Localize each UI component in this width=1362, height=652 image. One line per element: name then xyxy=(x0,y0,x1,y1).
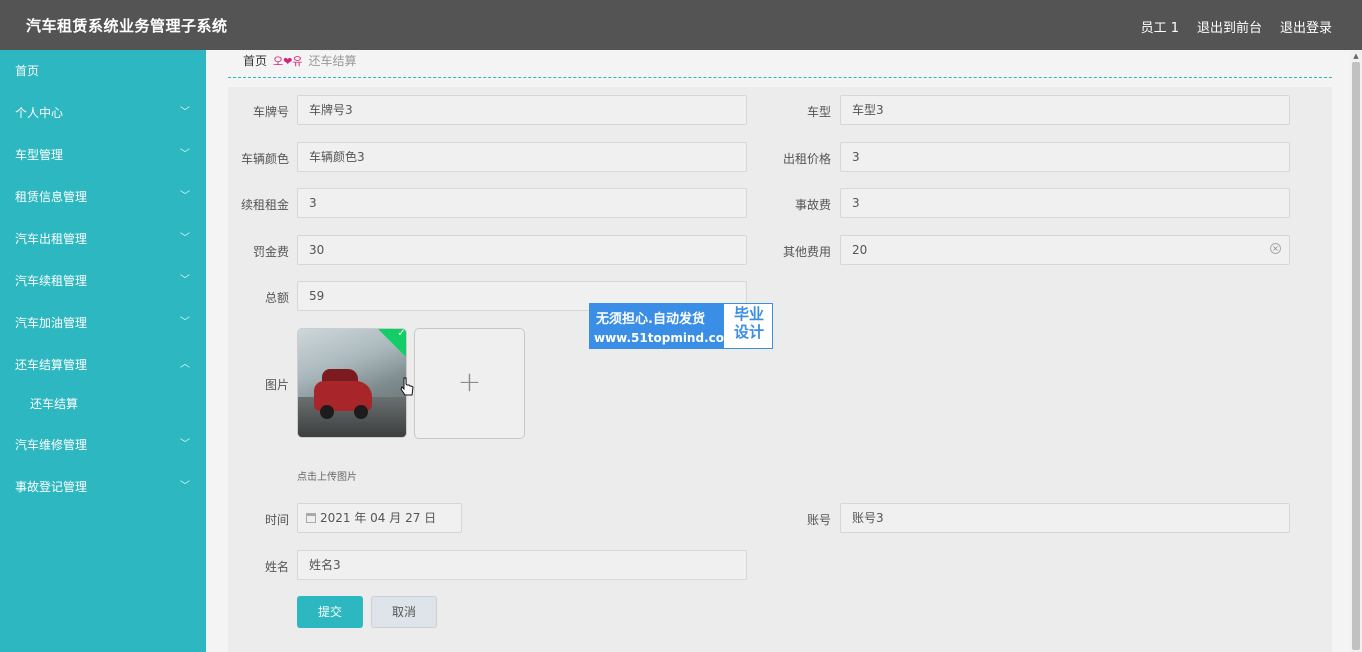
upload-add-button[interactable]: + xyxy=(414,328,525,439)
chevron-down-icon: ﹀ xyxy=(180,317,190,328)
sidebar-item-car-model[interactable]: 车型管理 ﹀ xyxy=(0,134,206,176)
app-title: 汽车租赁系统业务管理子系统 xyxy=(26,17,228,35)
scrollbar-thumb[interactable] xyxy=(1352,62,1360,650)
sidebar-item-rental-info[interactable]: 租赁信息管理 ﹀ xyxy=(0,176,206,218)
sidebar-item-car-refuel[interactable]: 汽车加油管理 ﹀ xyxy=(0,302,206,344)
image-label: 图片 xyxy=(264,378,289,392)
other-fee-value: 20 xyxy=(852,243,868,257)
renew-fee-input[interactable]: 3 xyxy=(297,188,747,218)
breadcrumb-separator: 오❤유 xyxy=(273,54,303,68)
accident-fee-label: 事故费 xyxy=(794,198,831,212)
image-wheel xyxy=(320,405,334,419)
watermark-right: 毕业设计 xyxy=(733,305,764,341)
sidebar-item-label: 汽车加油管理 xyxy=(15,316,88,330)
fine-label: 罚金费 xyxy=(252,245,289,259)
name-input[interactable]: 姓名3 xyxy=(297,550,747,580)
breadcrumb-home[interactable]: 首页 xyxy=(243,52,267,69)
sidebar-item-label: 租赁信息管理 xyxy=(15,190,88,204)
sidebar-item-label: 首页 xyxy=(15,64,40,78)
sidebar-item-label: 个人中心 xyxy=(15,106,64,120)
sidebar-item-home[interactable]: 首页 xyxy=(0,50,206,92)
name-label: 姓名 xyxy=(264,560,289,574)
sidebar-item-label: 汽车出租管理 xyxy=(15,232,88,246)
sidebar-item-accident-register[interactable]: 事故登记管理 ﹀ xyxy=(0,466,206,508)
chevron-down-icon: ﹀ xyxy=(180,439,190,450)
current-user[interactable]: 员工 1 xyxy=(1141,17,1179,36)
sidebar-subitem-return-settlement[interactable]: 还车结算 xyxy=(0,386,206,424)
image-wheel xyxy=(354,405,368,419)
chevron-down-icon: ﹀ xyxy=(180,233,190,244)
color-label: 车辆颜色 xyxy=(240,152,289,166)
model-label: 车型 xyxy=(806,105,831,119)
sidebar-item-label: 汽车续租管理 xyxy=(15,274,88,288)
check-icon: ✓ xyxy=(397,328,406,339)
sidebar-item-label: 车型管理 xyxy=(15,148,64,162)
sidebar-menu: 首页 个人中心 ﹀ 车型管理 ﹀ 租赁信息管理 ﹀ 汽车出租管理 ﹀ 汽车续租管理 ﹀ 汽… xyxy=(0,50,206,652)
other-fee-label: 其他费用 xyxy=(782,245,831,259)
top-header: 汽车租赁系统业务管理子系统 员工 1 退出到前台 退出登录 xyxy=(0,0,1362,50)
chevron-down-icon: ﹀ xyxy=(180,275,190,286)
other-fee-input[interactable]: 20 × xyxy=(840,235,1290,265)
watermark-banner: 无须担心.自动发货 www.51topmind.com 毕业设计 xyxy=(589,303,773,349)
upload-success-badge: ✓ xyxy=(378,328,406,358)
exit-to-front-link[interactable]: 退出到前台 xyxy=(1197,17,1262,36)
plate-label: 车牌号 xyxy=(252,105,289,119)
price-input[interactable]: 3 xyxy=(840,142,1290,172)
submit-button[interactable]: 提交 xyxy=(297,596,363,628)
date-value: 2021 年 04 月 27 日 xyxy=(320,511,437,525)
uploaded-car-image[interactable]: ✓ xyxy=(297,328,407,438)
header-actions: 员工 1 退出到前台 退出登录 xyxy=(1141,17,1332,36)
watermark-line2: www.51topmind.com xyxy=(594,331,737,345)
cancel-button[interactable]: 取消 xyxy=(371,596,437,628)
settlement-form: 车牌号 车牌号3 车型 车型3 车辆颜色 车辆颜色3 出租价格 3 续租租金 3… xyxy=(228,87,1332,652)
sidebar-item-car-renewal[interactable]: 汽车续租管理 ﹀ xyxy=(0,260,206,302)
total-label: 总额 xyxy=(264,291,289,305)
scroll-up-icon[interactable]: ▲ xyxy=(1350,50,1362,62)
chevron-down-icon: ﹀ xyxy=(180,481,190,492)
date-picker[interactable]: 2021 年 04 月 27 日 xyxy=(297,503,462,533)
watermark-line1: 无须担心.自动发货 xyxy=(596,312,705,327)
logout-link[interactable]: 退出登录 xyxy=(1280,17,1332,36)
sidebar-item-car-repair[interactable]: 汽车维修管理 ﹀ xyxy=(0,424,206,466)
fine-input[interactable]: 30 xyxy=(297,235,747,265)
breadcrumb: 首页 오❤유 还车结算 xyxy=(243,52,357,69)
price-label: 出租价格 xyxy=(782,152,831,166)
upload-tip: 点击上传图片 xyxy=(297,472,357,483)
sidebar-item-label: 汽车维修管理 xyxy=(15,438,88,452)
account-input[interactable]: 账号3 xyxy=(840,503,1290,533)
color-input[interactable]: 车辆颜色3 xyxy=(297,142,747,172)
model-input[interactable]: 车型3 xyxy=(840,95,1290,125)
sidebar-item-personal-center[interactable]: 个人中心 ﹀ xyxy=(0,92,206,134)
hand-cursor-icon xyxy=(400,377,414,396)
chevron-down-icon: ﹀ xyxy=(180,107,190,118)
main-content: 首页 오❤유 还车结算 车牌号 车牌号3 车型 车型3 车辆颜色 车辆颜色3 出… xyxy=(206,50,1350,652)
clear-icon[interactable]: × xyxy=(1270,243,1281,254)
breadcrumb-divider xyxy=(228,77,1332,78)
watermark-left: 无须担心.自动发货 www.51topmind.com xyxy=(590,304,737,348)
sidebar-item-label: 还车结算管理 xyxy=(15,358,88,372)
sidebar-item-car-rental[interactable]: 汽车出租管理 ﹀ xyxy=(0,218,206,260)
accident-fee-input[interactable]: 3 xyxy=(840,188,1290,218)
sidebar-item-label: 事故登记管理 xyxy=(15,480,88,494)
sidebar-item-return-settlement[interactable]: 还车结算管理 ︿ xyxy=(0,344,206,386)
calendar-icon xyxy=(306,513,316,523)
plate-input[interactable]: 车牌号3 xyxy=(297,95,747,125)
renew-fee-label: 续租租金 xyxy=(240,198,289,212)
chevron-down-icon: ﹀ xyxy=(180,191,190,202)
chevron-down-icon: ﹀ xyxy=(180,149,190,160)
vertical-scrollbar[interactable]: ▲ xyxy=(1350,50,1362,652)
plus-icon: + xyxy=(457,365,482,398)
chevron-up-icon: ︿ xyxy=(180,359,190,370)
time-label: 时间 xyxy=(264,513,289,527)
account-label: 账号 xyxy=(806,513,831,527)
breadcrumb-current: 还车结算 xyxy=(308,54,357,68)
